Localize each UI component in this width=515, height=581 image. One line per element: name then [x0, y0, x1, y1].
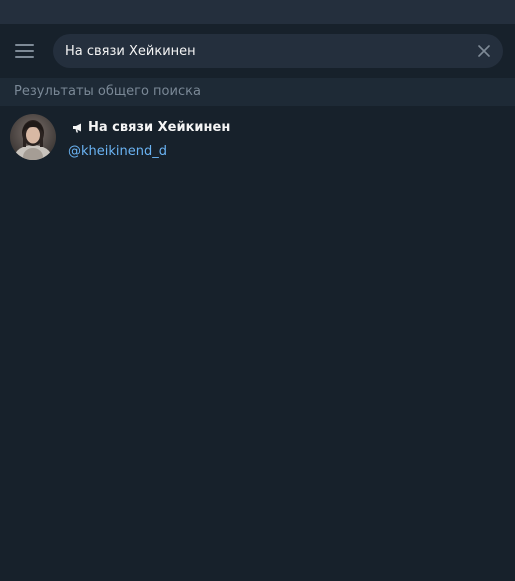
app-window: Результаты общего поиска [0, 0, 515, 581]
menu-line [15, 44, 34, 46]
search-box [53, 34, 503, 68]
hamburger-menu-icon[interactable] [15, 38, 41, 64]
megaphone-icon [72, 122, 84, 134]
search-result-item[interactable]: На связи Хейкинен @kheikinend_d [0, 106, 515, 168]
global-search-results-header: Результаты общего поиска [0, 78, 515, 106]
search-input[interactable] [65, 43, 475, 59]
window-titlebar [0, 0, 515, 24]
result-text: На связи Хейкинен @kheikinend_d [68, 118, 230, 159]
search-header [0, 24, 515, 78]
result-username: @kheikinend_d [68, 143, 167, 159]
result-title-row: На связи Хейкинен [68, 118, 230, 138]
menu-line [15, 50, 34, 52]
avatar [10, 114, 56, 160]
result-title: На связи Хейкинен [88, 120, 231, 135]
menu-line [15, 56, 34, 58]
close-icon[interactable] [475, 42, 493, 60]
